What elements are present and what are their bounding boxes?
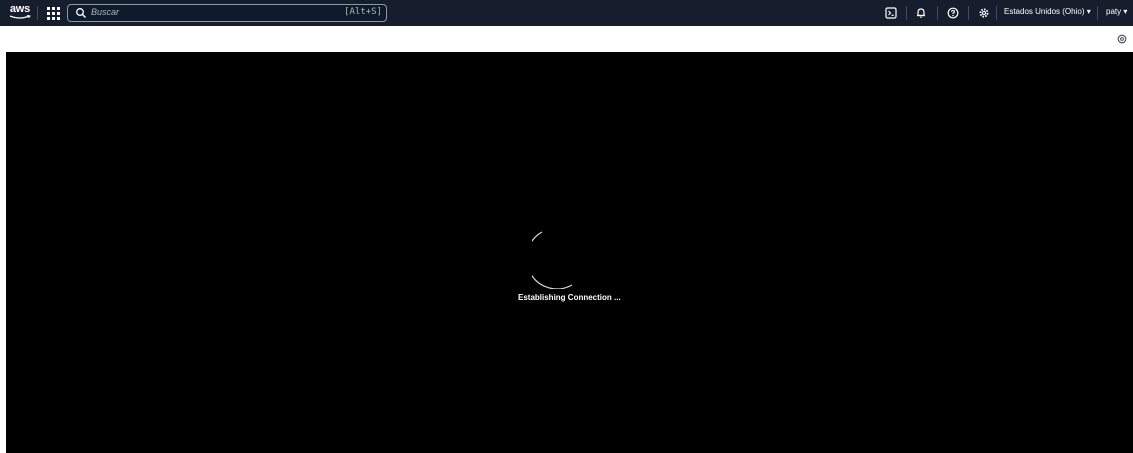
divider <box>906 6 907 20</box>
session-terminal[interactable]: Establishing Connection ... <box>6 52 1133 453</box>
divider <box>996 6 997 20</box>
help-icon[interactable] <box>946 6 960 20</box>
apps-grid-icon[interactable] <box>46 6 60 20</box>
divider <box>1097 6 1098 20</box>
search-shortcut-hint: [Alt+S] <box>344 7 382 17</box>
loading-spinner-icon <box>532 231 573 289</box>
aws-logo[interactable]: aws <box>8 4 32 22</box>
aws-logo-text: aws <box>9 3 31 15</box>
bell-icon[interactable] <box>914 6 928 20</box>
search-box[interactable]: Buscar [Alt+S] <box>67 4 387 22</box>
account-menu[interactable]: paty ▾ <box>1106 7 1127 16</box>
top-navigation-bar: aws Buscar [Alt+S] Estados Unidos (Ohio)… <box>0 0 1133 26</box>
settings-icon[interactable] <box>1117 34 1127 44</box>
search-input[interactable]: Buscar <box>91 7 119 17</box>
connection-status-text: Establishing Connection ... <box>518 293 621 302</box>
divider <box>937 6 938 20</box>
search-icon <box>76 8 86 18</box>
cloudshell-icon[interactable] <box>884 6 898 20</box>
gear-icon[interactable] <box>977 6 991 20</box>
console-toolbar <box>0 26 1133 52</box>
region-selector[interactable]: Estados Unidos (Ohio) ▾ <box>1004 7 1091 16</box>
divider <box>968 6 969 20</box>
aws-smile-icon <box>9 15 31 19</box>
divider <box>37 6 38 20</box>
